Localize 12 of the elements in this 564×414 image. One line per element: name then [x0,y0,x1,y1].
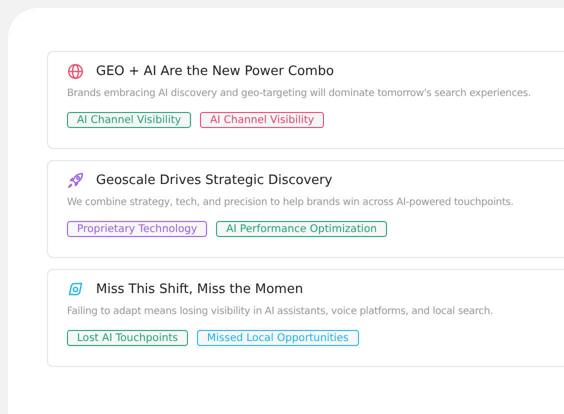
card-title: GEO + AI Are the New Power Combo [96,64,334,79]
tag: AI Channel Visibility [67,112,192,128]
card-description: Failing to adapt means losing visibility in AI assistants, voice platforms, and local search. [67,306,494,317]
card-title: Miss This Shift, Miss the Momen [96,282,304,297]
card-description: Brands embracing AI discovery and geo-targeting will dominate tomorrow's search experiences. [67,88,532,99]
tag: Missed Local Opportunities [197,330,359,346]
tag: Lost AI Touchpoints [67,330,188,346]
card-description: We combine strategy, tech, and precision to help brands win across AI-powered touchpoints. [67,197,515,208]
card-title: Geoscale Drives Strategic Discovery [96,173,332,188]
tag: AI Performance Optimization [216,221,387,237]
tag: AI Channel Visibility [200,112,324,128]
tag: Proprietary Technology [67,221,208,237]
